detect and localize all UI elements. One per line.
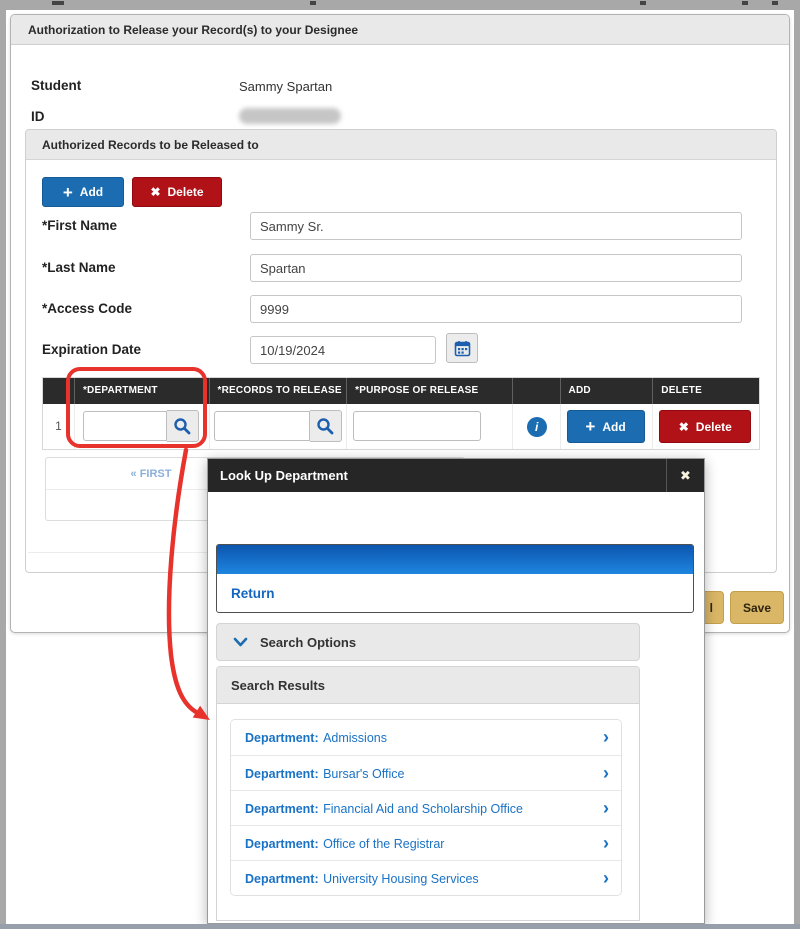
grid-header-add: ADD [561, 378, 654, 404]
panel-title: Authorized Records to be Released to [26, 130, 776, 160]
access-code-input[interactable] [250, 295, 742, 323]
row-add-button[interactable]: + Add [567, 410, 645, 443]
close-icon[interactable]: ✖ [666, 459, 704, 492]
frame-tick [742, 1, 748, 5]
student-value: Sammy Spartan [239, 79, 332, 94]
chevron-down-icon [233, 637, 248, 647]
lookup-department-modal: Look Up Department ✖ Return Search Optio… [207, 458, 705, 924]
row-delete-label: Delete [696, 420, 732, 434]
chevron-right-icon: › [603, 826, 609, 861]
search-results-panel: Search Results Department: Admissions › … [216, 666, 640, 921]
frame-left-edge [0, 0, 6, 929]
result-prefix: Department: [245, 802, 319, 816]
access-code-label: *Access Code [42, 301, 132, 316]
row-delete-button[interactable]: ✖ Delete [659, 410, 751, 443]
records-lookup-button[interactable] [310, 410, 342, 442]
grid-header-delete: DELETE [653, 378, 759, 404]
return-link[interactable]: Return [217, 574, 693, 613]
records-to-release-input[interactable] [214, 411, 310, 441]
row-add-label: Add [602, 420, 625, 434]
result-prefix: Department: [245, 837, 319, 851]
expiration-date-input[interactable] [250, 336, 436, 364]
plus-icon: + [585, 418, 595, 435]
result-prefix: Department: [245, 767, 319, 781]
grid-header-info [513, 378, 561, 404]
last-name-input[interactable] [250, 254, 742, 282]
result-name: Admissions [323, 731, 387, 745]
last-name-label: *Last Name [42, 260, 116, 275]
designee-grid: *DEPARTMENT *RECORDS TO RELEASE *PURPOSE… [42, 377, 760, 450]
grid-data-row: 1 [43, 404, 759, 449]
first-name-input[interactable] [250, 212, 742, 240]
result-prefix: Department: [245, 731, 319, 745]
info-icon[interactable]: i [527, 417, 547, 437]
search-results-list: Department: Admissions › Department: Bur… [230, 719, 622, 896]
chevron-right-icon: › [603, 791, 609, 826]
x-icon: ✖ [150, 186, 160, 198]
plus-icon: + [63, 184, 73, 201]
add-button-label: Add [80, 185, 103, 199]
page-title: Authorization to Release your Record(s) … [11, 15, 789, 45]
result-row-registrar[interactable]: Department: Office of the Registrar › [231, 825, 621, 860]
frame-tick [772, 1, 778, 5]
student-label: Student [31, 78, 81, 93]
chevron-right-icon: › [603, 720, 609, 755]
frame-tick [310, 1, 316, 5]
grid-header-row: *DEPARTMENT *RECORDS TO RELEASE *PURPOSE… [43, 378, 759, 404]
save-button[interactable]: Save [730, 591, 784, 624]
chevron-right-icon: › [603, 756, 609, 791]
frame-top-edge [0, 0, 800, 10]
id-value-redacted [239, 108, 341, 124]
search-icon [173, 417, 191, 435]
cancel-button-visible-fragment: l [710, 601, 713, 615]
x-icon: ✖ [679, 421, 689, 433]
result-name: Office of the Registrar [323, 837, 444, 851]
calendar-button[interactable] [446, 333, 478, 363]
search-options-label: Search Options [260, 635, 356, 650]
grid-header-department: *DEPARTMENT [75, 378, 210, 404]
result-name: Bursar's Office [323, 767, 404, 781]
save-button-label: Save [743, 601, 771, 615]
pagination-first-link[interactable]: « FIRST [91, 458, 211, 490]
search-results-title: Search Results [217, 667, 639, 704]
chevron-right-icon: › [603, 861, 609, 896]
calendar-icon [454, 340, 471, 357]
department-lookup-button[interactable] [167, 410, 199, 442]
screenshot-root: Authorization to Release your Record(s) … [0, 0, 800, 929]
result-name: University Housing Services [323, 872, 479, 886]
modal-title: Look Up Department [208, 459, 704, 492]
id-label: ID [31, 109, 45, 124]
row-number: 1 [43, 404, 75, 449]
result-row-admissions[interactable]: Department: Admissions › [231, 720, 621, 755]
expiration-date-label: Expiration Date [42, 342, 141, 357]
department-input[interactable] [83, 411, 167, 441]
modal-blue-bar[interactable] [217, 545, 693, 574]
result-name: Financial Aid and Scholarship Office [323, 802, 523, 816]
grid-header-records: *RECORDS TO RELEASE [210, 378, 348, 404]
grid-header-purpose: *PURPOSE OF RELEASE [347, 378, 513, 404]
first-name-label: *First Name [42, 218, 117, 233]
add-button[interactable]: + Add [42, 177, 124, 207]
purpose-of-release-input[interactable] [353, 411, 481, 441]
search-icon [316, 417, 334, 435]
search-options-toggle[interactable]: Search Options [216, 623, 640, 661]
delete-button-label: Delete [168, 185, 204, 199]
grid-header-rownum [43, 378, 75, 404]
modal-return-box: Return [216, 544, 694, 613]
modal-header: Look Up Department ✖ [208, 459, 704, 492]
result-row-housing[interactable]: Department: University Housing Services … [231, 860, 621, 895]
result-prefix: Department: [245, 872, 319, 886]
result-row-bursars-office[interactable]: Department: Bursar's Office › [231, 755, 621, 790]
frame-tick [52, 1, 64, 5]
frame-right-edge [794, 0, 800, 929]
frame-tick [640, 1, 646, 5]
delete-button[interactable]: ✖ Delete [132, 177, 222, 207]
result-row-financial-aid[interactable]: Department: Financial Aid and Scholarshi… [231, 790, 621, 825]
frame-bottom-edge [0, 924, 800, 929]
